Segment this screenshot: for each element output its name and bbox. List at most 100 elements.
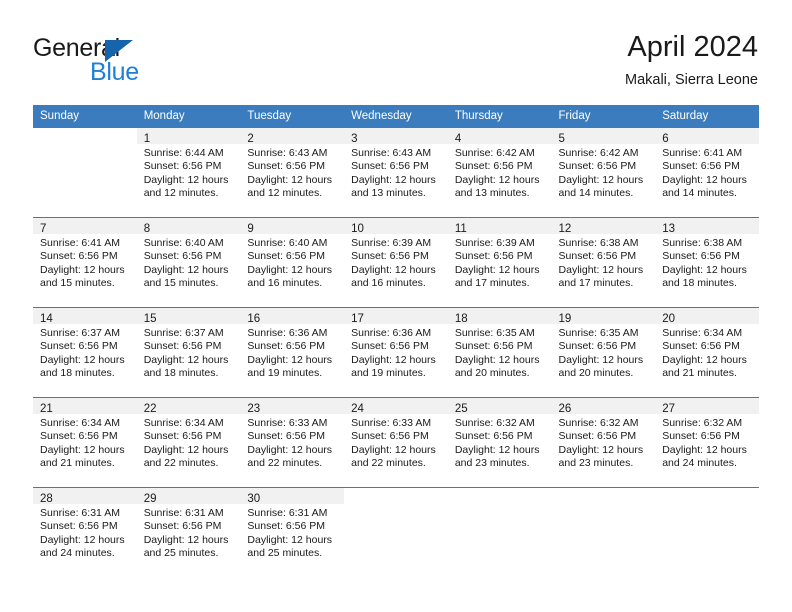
weekday-header-wednesday: Wednesday [344,105,448,128]
calendar-week-row: 1 Sunrise: 6:44 AM Sunset: 6:56 PM Daylight… [33,128,759,218]
day-cell-3[interactable]: 3 Sunrise: 6:43 AM Sunset: 6:56 PM Daylight… [344,128,448,217]
day-cell-30[interactable]: 30 Sunrise: 6:31 AM Sunset: 6:56 PM Dayligh… [240,488,345,577]
day-cell-21[interactable]: 21 Sunrise: 6:34 AM Sunset: 6:56 PM Dayligh… [33,398,137,487]
calendar-cell [551,487,656,577]
day-info: Sunrise: 6:36 AM Sunset: 6:56 PM Daylight:… [344,324,448,381]
day-cell-15[interactable]: 15 Sunrise: 6:37 AM Sunset: 6:56 PM Dayligh… [136,308,241,397]
calendar-cell: 10 Sunrise: 6:39 AM Sunset: 6:56 PM Dayligh… [344,217,448,308]
day-number-band [655,488,759,504]
day-cell-5[interactable]: 5 Sunrise: 6:42 AM Sunset: 6:56 PM Daylight… [551,128,656,217]
day-cell-20[interactable]: 20 Sunrise: 6:34 AM Sunset: 6:56 PM Dayligh… [655,308,759,397]
day-number-band: 25 [447,398,552,415]
day-info: Sunrise: 6:34 AM Sunset: 6:56 PM Daylight:… [137,414,241,471]
day-cell-16[interactable]: 16 Sunrise: 6:36 AM Sunset: 6:56 PM Dayligh… [240,308,345,397]
day-number-band: 6 [655,128,759,145]
day-cell-empty [33,128,137,217]
day-info-sunset: Sunset: 6:56 PM [662,160,740,173]
day-cell-19[interactable]: 19 Sunrise: 6:35 AM Sunset: 6:56 PM Dayligh… [551,308,656,397]
day-info-daylight: Daylight: 12 hours [351,263,436,276]
day-info-daylight: and 20 minutes. [558,367,634,380]
day-info: Sunrise: 6:35 AM Sunset: 6:56 PM Daylight:… [552,324,656,381]
day-cell-27[interactable]: 27 Sunrise: 6:32 AM Sunset: 6:56 PM Dayligh… [655,398,759,487]
calendar-cell [344,487,448,577]
day-cell-12[interactable]: 12 Sunrise: 6:38 AM Sunset: 6:56 PM Dayligh… [551,218,656,307]
day-cell-6[interactable]: 6 Sunrise: 6:41 AM Sunset: 6:56 PM Daylight… [655,128,759,217]
calendar-header-row: Sunday Monday Tuesday Wednesday Thursday Frid… [33,105,759,128]
weekday-header-friday: Friday [551,105,656,128]
day-info [552,504,656,507]
calendar-body: 1 Sunrise: 6:44 AM Sunset: 6:56 PM Daylight… [33,128,759,577]
day-info-sunset: Sunset: 6:56 PM [247,520,326,533]
day-cell-26[interactable]: 26 Sunrise: 6:32 AM Sunset: 6:56 PM Dayligh… [551,398,656,487]
day-info-sunrise: Sunrise: 6:33 AM [351,417,432,429]
day-info: Sunrise: 6:36 AM Sunset: 6:56 PM Daylight:… [240,324,344,381]
day-info-sunrise: Sunrise: 6:41 AM [40,237,120,249]
day-info-sunset: Sunset: 6:56 PM [247,250,326,263]
day-info [655,504,759,507]
day-info-daylight: and 14 minutes. [558,187,634,200]
day-number: 6 [662,133,669,145]
day-cell-9[interactable]: 9 Sunrise: 6:40 AM Sunset: 6:56 PM Daylight… [240,218,345,307]
day-cell-2[interactable]: 2 Sunrise: 6:43 AM Sunset: 6:56 PM Daylight… [240,128,345,217]
day-info-daylight: Daylight: 12 hours [247,173,333,186]
day-cell-13[interactable]: 13 Sunrise: 6:38 AM Sunset: 6:56 PM Dayligh… [655,218,759,307]
day-info [448,504,552,507]
calendar-cell [447,487,552,577]
calendar-cell: 25 Sunrise: 6:32 AM Sunset: 6:56 PM Dayligh… [447,397,552,488]
title-block: April 2024 Makali, Sierra Leone [625,30,758,90]
day-info-sunrise: Sunrise: 6:32 AM [454,417,535,429]
day-number-band: 27 [655,398,759,415]
day-number-band: 4 [447,128,552,145]
day-cell-1[interactable]: 1 Sunrise: 6:44 AM Sunset: 6:56 PM Daylight… [136,128,241,217]
page-header: General Blue April 2024 Makali, Sierra L… [0,0,792,100]
day-info-sunrise: Sunrise: 6:33 AM [247,417,328,429]
day-info-sunset: Sunset: 6:56 PM [351,340,429,353]
day-number: 7 [40,223,47,235]
day-cell-14[interactable]: 14 Sunrise: 6:37 AM Sunset: 6:56 PM Dayligh… [33,308,137,397]
day-number: 26 [558,403,572,415]
day-number: 23 [247,403,261,415]
day-info: Sunrise: 6:32 AM Sunset: 6:56 PM Daylight:… [655,414,759,471]
day-number-band: 20 [655,308,759,325]
day-info: Sunrise: 6:40 AM Sunset: 6:56 PM Daylight:… [137,234,241,291]
day-info-sunset: Sunset: 6:56 PM [143,340,222,353]
day-info-daylight: Daylight: 12 hours [247,263,333,276]
day-cell-29[interactable]: 29 Sunrise: 6:31 AM Sunset: 6:56 PM Dayligh… [136,488,241,577]
day-cell-18[interactable]: 18 Sunrise: 6:35 AM Sunset: 6:56 PM Dayligh… [447,308,552,397]
day-cell-11[interactable]: 11 Sunrise: 6:39 AM Sunset: 6:56 PM Dayligh… [447,218,552,307]
day-info: Sunrise: 6:43 AM Sunset: 6:56 PM Daylight:… [344,144,448,201]
day-number: 11 [454,223,467,235]
day-number: 14 [40,313,53,325]
day-cell-24[interactable]: 24 Sunrise: 6:33 AM Sunset: 6:56 PM Dayligh… [344,398,448,487]
calendar-cell: 8 Sunrise: 6:40 AM Sunset: 6:56 PM Daylight… [136,217,241,308]
calendar-cell: 16 Sunrise: 6:36 AM Sunset: 6:56 PM Dayligh… [240,307,345,398]
day-info: Sunrise: 6:39 AM Sunset: 6:56 PM Daylight:… [344,234,448,291]
day-info-sunset: Sunset: 6:56 PM [143,250,222,263]
day-cell-23[interactable]: 23 Sunrise: 6:33 AM Sunset: 6:56 PM Dayligh… [240,398,345,487]
day-cell-10[interactable]: 10 Sunrise: 6:39 AM Sunset: 6:56 PM Dayligh… [344,218,448,307]
day-number-band: 11 [447,218,552,235]
calendar-cell: 1 Sunrise: 6:44 AM Sunset: 6:56 PM Daylight… [136,128,241,218]
day-info-daylight: Daylight: 12 hours [662,173,747,186]
day-cell-28[interactable]: 28 Sunrise: 6:31 AM Sunset: 6:56 PM Dayligh… [33,488,137,577]
day-cell-17[interactable]: 17 Sunrise: 6:36 AM Sunset: 6:56 PM Dayligh… [344,308,448,397]
day-cell-22[interactable]: 22 Sunrise: 6:34 AM Sunset: 6:56 PM Dayligh… [136,398,241,487]
day-info-sunrise: Sunrise: 6:42 AM [558,147,639,159]
day-info-daylight: and 24 minutes. [662,457,737,470]
day-info-daylight: Daylight: 12 hours [40,353,125,366]
day-info-daylight: and 13 minutes. [454,187,530,200]
day-info-daylight: Daylight: 12 hours [558,353,644,366]
day-info: Sunrise: 6:37 AM Sunset: 6:56 PM Daylight:… [33,324,137,381]
day-info-sunset: Sunset: 6:56 PM [143,520,222,533]
day-cell-7[interactable]: 7 Sunrise: 6:41 AM Sunset: 6:56 PM Daylight… [33,218,137,307]
day-cell-25[interactable]: 25 Sunrise: 6:32 AM Sunset: 6:56 PM Dayligh… [447,398,552,487]
day-cell-4[interactable]: 4 Sunrise: 6:42 AM Sunset: 6:56 PM Daylight… [447,128,552,217]
calendar-cell: 28 Sunrise: 6:31 AM Sunset: 6:56 PM Dayligh… [33,487,137,577]
day-cell-8[interactable]: 8 Sunrise: 6:40 AM Sunset: 6:56 PM Daylight… [136,218,241,307]
calendar-cell: 22 Sunrise: 6:34 AM Sunset: 6:56 PM Dayligh… [136,397,241,488]
day-number-band: 24 [344,398,448,415]
day-number: 22 [143,403,157,415]
generalblue-logo[interactable]: General Blue [33,34,233,90]
weekday-header-saturday: Saturday [655,105,759,128]
day-number: 18 [454,313,468,325]
